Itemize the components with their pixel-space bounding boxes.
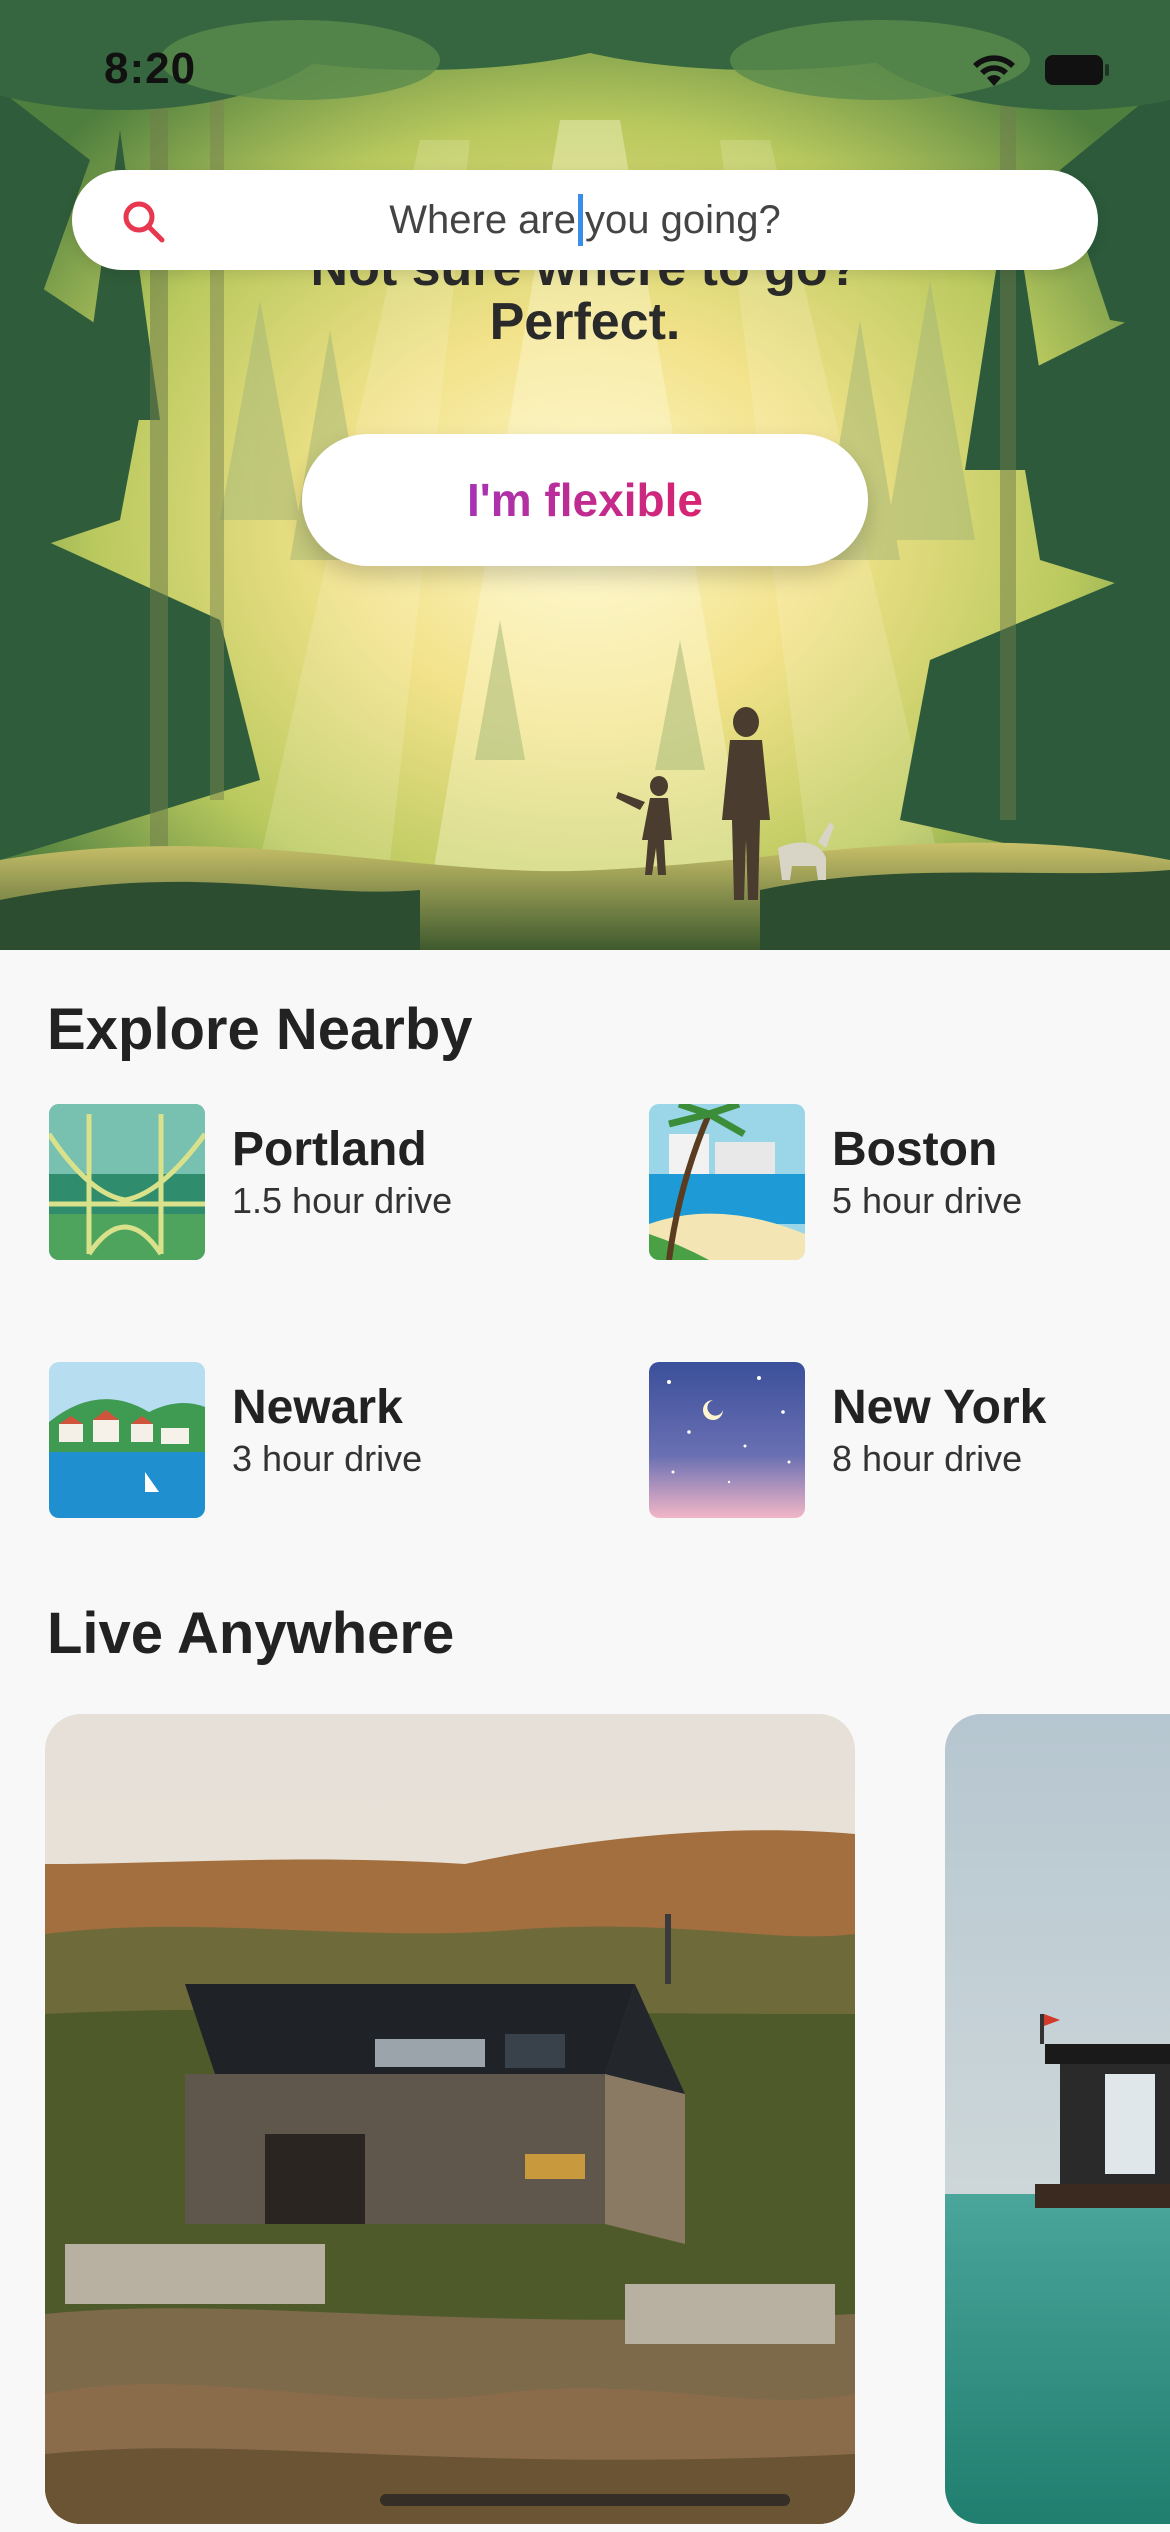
- search-text-after: you going?: [585, 197, 781, 242]
- live-anywhere-title: Live Anywhere: [47, 1601, 455, 1666]
- explore-nearby-title: Explore Nearby: [47, 997, 473, 1062]
- nearby-item-name: New York: [832, 1381, 1047, 1434]
- nearby-item-drive: 5 hour drive: [832, 1180, 1023, 1221]
- nearby-item-boston[interactable]: Boston 5 hour drive: [649, 1104, 1149, 1260]
- status-time: 8:20: [104, 44, 197, 93]
- status-icons: [970, 52, 1110, 88]
- nearby-item-new-york[interactable]: New York 8 hour drive: [649, 1362, 1149, 1518]
- wifi-icon: [973, 55, 1015, 86]
- hero-headline-line2: Perfect.: [489, 293, 681, 351]
- nearby-item-drive: 3 hour drive: [232, 1438, 423, 1479]
- nearby-item-newark[interactable]: Newark 3 hour drive: [49, 1362, 549, 1518]
- nearby-item-drive: 8 hour drive: [832, 1438, 1023, 1479]
- status-bar: 8:20: [0, 0, 1170, 150]
- battery-icon: [1045, 55, 1109, 85]
- harbor-illustration-icon: [49, 1362, 205, 1518]
- beach-illustration-icon: [649, 1104, 805, 1260]
- search-bar[interactable]: Where are you going?: [72, 170, 1098, 270]
- nearby-item-name: Portland: [232, 1123, 427, 1176]
- live-anywhere-card-houseboat[interactable]: [945, 1714, 1170, 2524]
- cabin-photo: [45, 1714, 855, 2524]
- home-indicator: [380, 2494, 790, 2506]
- text-caret: [578, 194, 583, 246]
- hero-banner: 8:20 Not sure where to go? Where are you…: [0, 0, 1170, 950]
- live-anywhere-card-cabin[interactable]: [45, 1714, 855, 2524]
- houseboat-photo: [945, 1714, 1170, 2524]
- flexible-button-label: I'm flexible: [467, 474, 703, 526]
- search-text-before: Where are: [389, 197, 576, 242]
- nearby-item-drive: 1.5 hour drive: [232, 1180, 453, 1221]
- bridge-illustration-icon: [49, 1104, 205, 1260]
- nearby-item-portland[interactable]: Portland 1.5 hour drive: [49, 1104, 549, 1260]
- flexible-button[interactable]: I'm flexible: [302, 434, 868, 566]
- nearby-item-name: Newark: [232, 1381, 403, 1434]
- night-sky-illustration-icon: [649, 1362, 805, 1518]
- search-input[interactable]: Where are you going?: [72, 170, 1098, 270]
- nearby-item-name: Boston: [832, 1123, 998, 1176]
